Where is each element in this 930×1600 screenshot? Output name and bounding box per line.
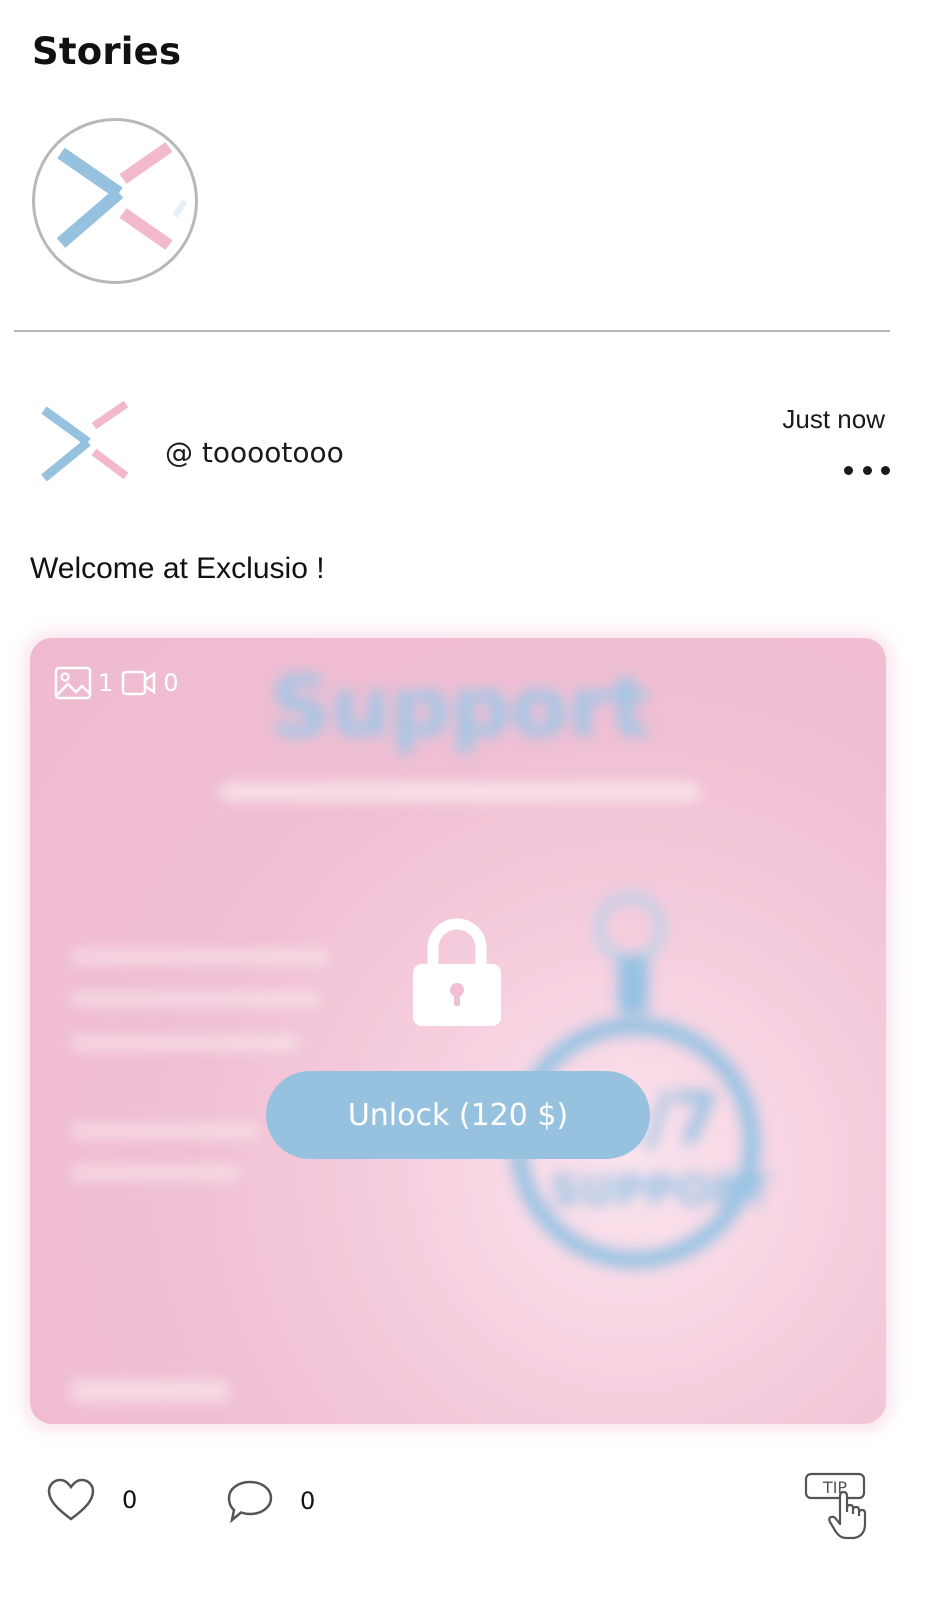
blurred-text-line: [70, 950, 330, 964]
tip-button[interactable]: TIP: [802, 1470, 874, 1542]
comment-bubble-icon: [227, 1480, 273, 1524]
blurred-knob: [618, 956, 648, 1014]
blurred-support-label: SUPPORT: [550, 1166, 771, 1215]
blurred-text-line: [70, 1036, 300, 1050]
blurred-footer: [70, 1380, 230, 1402]
more-dots-icon: [844, 465, 853, 475]
more-dot: [881, 465, 890, 475]
blurred-text-line: [70, 1124, 260, 1138]
like-count: 0: [122, 1486, 138, 1514]
blurred-text-line: [70, 1166, 240, 1180]
like-button[interactable]: 0: [46, 1478, 137, 1522]
blurred-bulb: [595, 893, 665, 963]
brand-logo-icon: [41, 400, 129, 482]
stories-title: Stories: [32, 30, 182, 73]
blurred-seven: /7: [645, 1078, 720, 1160]
video-count: 0: [163, 669, 179, 697]
more-dot: [862, 465, 872, 475]
heart-icon: [47, 1478, 95, 1521]
comment-count: 0: [300, 1487, 316, 1515]
more-options-button[interactable]: [844, 458, 890, 482]
lock-icon: [413, 918, 501, 1026]
comment-button[interactable]: 0: [226, 1478, 315, 1524]
unlock-button[interactable]: Unlock (120 $): [266, 1071, 650, 1159]
brand-logo-icon: [56, 142, 188, 250]
blurred-subheading: [220, 783, 700, 801]
author-avatar[interactable]: [40, 398, 132, 490]
blurred-preview: Support /7 SUPPORT: [30, 638, 886, 1424]
blurred-heading: Support: [270, 658, 650, 756]
locked-media: Support /7 SUPPORT 1 0 Unlock (120 $): [30, 638, 886, 1424]
tip-hand-icon: TIP: [804, 1472, 867, 1540]
post-timestamp: Just now: [782, 404, 885, 434]
video-icon: [122, 670, 156, 696]
stories-divider: [14, 330, 890, 332]
post-caption: Welcome at Exclusio !: [30, 552, 325, 585]
story-item[interactable]: [32, 118, 198, 284]
image-count: 1: [98, 669, 114, 697]
image-icon: [54, 666, 92, 700]
media-counts: 1 0: [54, 666, 187, 700]
blurred-text-line: [70, 992, 320, 1006]
author-username[interactable]: @ tooootooo: [165, 436, 344, 469]
